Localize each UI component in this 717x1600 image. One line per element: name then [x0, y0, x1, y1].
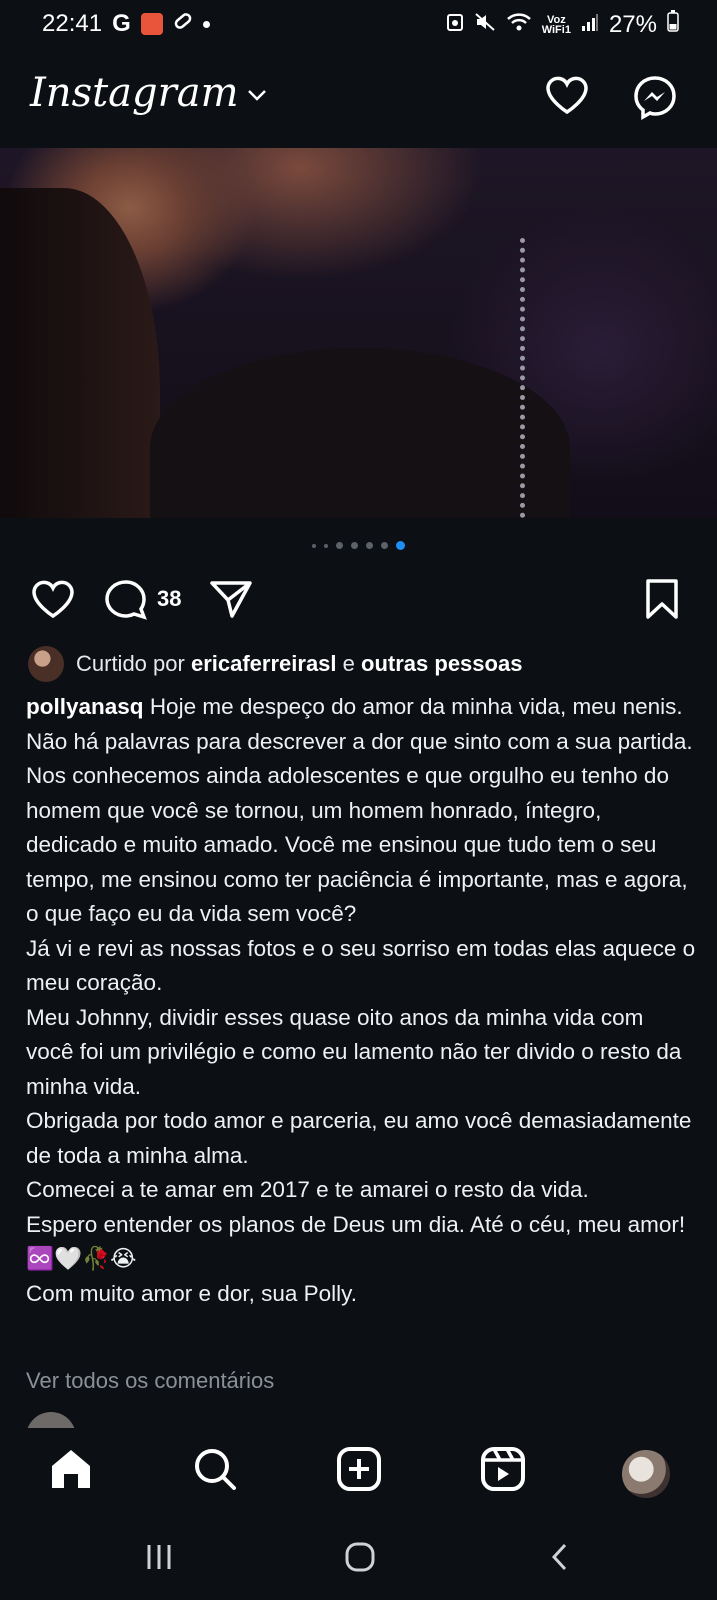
app-grid-icon: [140, 13, 163, 35]
volte-icon: Voz WiFi1: [541, 14, 571, 36]
photo-hair: [0, 188, 160, 518]
post-actions: 38: [0, 570, 717, 630]
instagram-logo[interactable]: Instagram: [30, 70, 239, 116]
create-icon[interactable]: [336, 1446, 382, 1497]
comment-count[interactable]: 38: [157, 586, 181, 612]
carousel-dot-active: [396, 541, 405, 550]
caption-paragraph: Obrigada por todo amor e parceria, eu am…: [26, 1108, 692, 1168]
status-bar: 22:41 G Voz WiFi1 27%: [0, 0, 717, 52]
app-header: Instagram: [0, 60, 717, 140]
status-time: 22:41: [42, 10, 103, 37]
recent-apps-icon[interactable]: [144, 1542, 174, 1577]
caption-paragraph: pollyanasq Hoje me despeço do amor da mi…: [26, 690, 696, 932]
photo-shirt: [150, 348, 570, 518]
carousel-dot: [381, 542, 388, 549]
caption-text: Hoje me despeço do amor da minha vida, m…: [26, 694, 693, 926]
alarm-icon: [446, 11, 464, 39]
bottom-nav: [0, 1428, 717, 1518]
view-all-comments-link[interactable]: Ver todos os comentários: [26, 1368, 274, 1394]
caption-paragraph: Espero entender os planos de Deus um dia…: [26, 1211, 686, 1272]
caption-paragraph: Meu Johnny, dividir esses quase oito ano…: [26, 1004, 682, 1099]
heart-icon[interactable]: [30, 578, 76, 625]
status-left: 22:41 G: [42, 10, 210, 38]
messenger-icon[interactable]: [632, 74, 678, 125]
post-photo[interactable]: [0, 148, 717, 518]
caption-paragraph: Com muito amor e dor, sua Polly.: [26, 1280, 357, 1306]
profile-avatar[interactable]: [620, 1448, 672, 1500]
home-circle-icon[interactable]: [344, 1542, 376, 1577]
volte-label-bottom: WiFi1: [541, 23, 571, 36]
post-caption: pollyanasq Hoje me despeço do amor da mi…: [26, 690, 696, 1311]
caption-paragraph: Comecei a te amar em 2017 e te amarei o …: [26, 1177, 589, 1202]
likes-others[interactable]: outras pessoas: [361, 651, 522, 676]
caption-username[interactable]: pollyanasq: [26, 694, 144, 719]
wifi-icon: [506, 11, 532, 39]
google-g-icon: G: [112, 10, 131, 37]
battery-icon: [667, 10, 679, 39]
likes-prefix: Curtido por: [76, 651, 185, 676]
pill-icon: [173, 10, 193, 38]
carousel-indicator: [0, 541, 717, 550]
signal-icon: [581, 11, 599, 39]
share-icon[interactable]: [208, 578, 254, 625]
liker-avatar[interactable]: [28, 646, 64, 682]
home-icon[interactable]: [48, 1446, 94, 1497]
battery-text: 27%: [608, 10, 657, 38]
chevron-down-icon[interactable]: [246, 88, 268, 107]
carousel-dot: [351, 542, 358, 549]
carousel-dot: [312, 543, 316, 548]
photo-chain: [520, 238, 545, 518]
status-right: Voz WiFi1 27%: [446, 10, 679, 39]
heart-icon[interactable]: [544, 74, 590, 121]
comment-icon[interactable]: [104, 578, 150, 627]
carousel-dot: [336, 542, 343, 549]
carousel-dot: [366, 542, 373, 549]
notification-dot-icon: [202, 20, 210, 28]
carousel-dot: [324, 543, 328, 548]
reels-icon[interactable]: [480, 1446, 526, 1497]
likes-row[interactable]: Curtido por ericaferreirasl e outras pes…: [28, 646, 522, 682]
bookmark-icon[interactable]: [644, 578, 680, 625]
back-icon[interactable]: [550, 1542, 570, 1577]
system-nav: [0, 1520, 717, 1600]
liker-username[interactable]: ericaferreirasl: [191, 651, 337, 676]
likes-text: Curtido por ericaferreirasl e outras pes…: [76, 651, 522, 677]
mute-icon: [474, 11, 496, 39]
caption-paragraph: Já vi e revi as nossas fotos e o seu sor…: [26, 935, 696, 996]
likes-conjunction: e: [342, 651, 355, 676]
search-icon[interactable]: [192, 1446, 238, 1497]
